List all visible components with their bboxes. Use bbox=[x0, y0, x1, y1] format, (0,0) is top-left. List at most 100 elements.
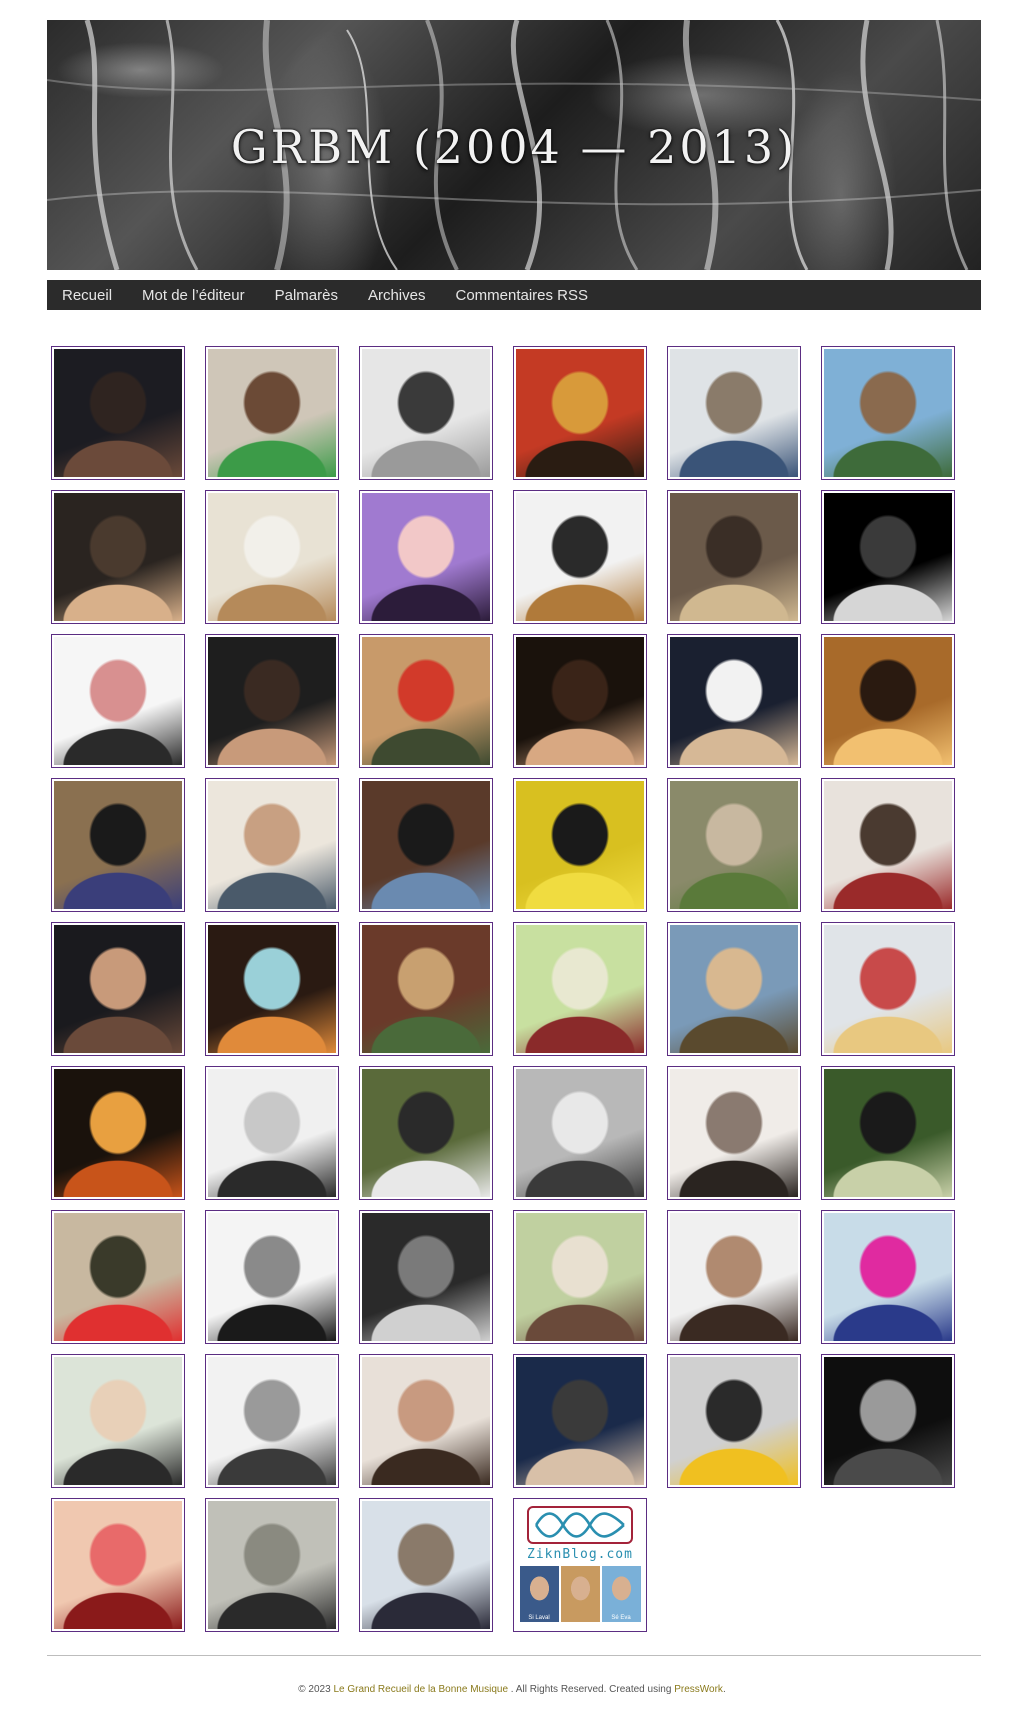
nav-item-palmares[interactable]: Palmarès bbox=[275, 287, 338, 304]
avatar-12 bbox=[824, 493, 952, 621]
gallery-tile[interactable] bbox=[359, 778, 493, 912]
avatar-37 bbox=[54, 1213, 182, 1341]
ziknblog-thumbs: Si Laval Sé Eva bbox=[519, 1566, 641, 1622]
avatar-26 bbox=[208, 925, 336, 1053]
gallery-tile[interactable] bbox=[513, 1210, 647, 1344]
gallery-tile[interactable] bbox=[51, 778, 185, 912]
gallery-tile[interactable] bbox=[667, 922, 801, 1056]
gallery-tile[interactable] bbox=[359, 634, 493, 768]
avatar-42 bbox=[824, 1213, 952, 1341]
avatar-35 bbox=[670, 1069, 798, 1197]
avatar-50 bbox=[208, 1501, 336, 1629]
gallery-tile[interactable] bbox=[51, 634, 185, 768]
gallery-tile[interactable] bbox=[821, 634, 955, 768]
avatar-9 bbox=[362, 493, 490, 621]
avatar-6 bbox=[824, 349, 952, 477]
gallery-tile[interactable] bbox=[51, 1066, 185, 1200]
gallery-tile[interactable] bbox=[513, 922, 647, 1056]
gallery-tile[interactable] bbox=[513, 1066, 647, 1200]
gallery-tile[interactable] bbox=[205, 778, 339, 912]
avatar-28 bbox=[516, 925, 644, 1053]
ziknblog-logo: ZiknBlog.com Si Laval Sé Eva bbox=[516, 1501, 644, 1629]
gallery-tile[interactable] bbox=[205, 1354, 339, 1488]
gallery-tile[interactable] bbox=[513, 346, 647, 480]
gallery-tile[interactable] bbox=[821, 346, 955, 480]
avatar-7 bbox=[54, 493, 182, 621]
avatar-19 bbox=[54, 781, 182, 909]
gallery-tile[interactable] bbox=[205, 1498, 339, 1632]
avatar-3 bbox=[362, 349, 490, 477]
avatar-17 bbox=[670, 637, 798, 765]
gallery-tile[interactable] bbox=[205, 346, 339, 480]
ziknblog-tile[interactable]: ZiknBlog.com Si Laval Sé Eva bbox=[513, 1498, 647, 1632]
avatar-49 bbox=[54, 1501, 182, 1629]
site-title[interactable]: GRBM (2004 — 2013) bbox=[47, 120, 981, 174]
nav-item-archives[interactable]: Archives bbox=[368, 287, 426, 304]
avatar-29 bbox=[670, 925, 798, 1053]
gallery-tile[interactable] bbox=[205, 490, 339, 624]
gallery-tile[interactable] bbox=[359, 1066, 493, 1200]
nav-item-mot-de-l-editeur[interactable]: Mot de l’éditeur bbox=[142, 287, 245, 304]
avatar-44 bbox=[208, 1357, 336, 1485]
avatar-13 bbox=[54, 637, 182, 765]
avatar-10 bbox=[516, 493, 644, 621]
gallery-tile[interactable] bbox=[359, 1210, 493, 1344]
gallery-tile[interactable] bbox=[667, 346, 801, 480]
nav-item-commentaires-rss[interactable]: Commentaires RSS bbox=[455, 287, 588, 304]
avatar-14 bbox=[208, 637, 336, 765]
gallery-tile[interactable] bbox=[667, 1066, 801, 1200]
gallery-tile[interactable] bbox=[667, 778, 801, 912]
gallery-tile[interactable] bbox=[205, 1066, 339, 1200]
footer-suffix: . bbox=[722, 1684, 726, 1695]
main-nav: Recueil Mot de l’éditeur Palmarès Archiv… bbox=[47, 280, 981, 310]
avatar-gallery: ZiknBlog.com Si Laval Sé Eva bbox=[51, 346, 971, 1632]
nav-item-recueil[interactable]: Recueil bbox=[62, 287, 112, 304]
gallery-tile[interactable] bbox=[359, 1498, 493, 1632]
gallery-tile[interactable] bbox=[513, 634, 647, 768]
gallery-tile[interactable] bbox=[667, 1210, 801, 1344]
avatar-31 bbox=[54, 1069, 182, 1197]
gallery-tile[interactable] bbox=[359, 346, 493, 480]
gallery-tile[interactable] bbox=[51, 922, 185, 1056]
avatar-41 bbox=[670, 1213, 798, 1341]
avatar-38 bbox=[208, 1213, 336, 1341]
avatar-34 bbox=[516, 1069, 644, 1197]
footer: © 2023 Le Grand Recueil de la Bonne Musi… bbox=[0, 1684, 1024, 1695]
gallery-tile[interactable] bbox=[667, 1354, 801, 1488]
gallery-tile[interactable] bbox=[821, 1210, 955, 1344]
gallery-tile[interactable] bbox=[821, 778, 955, 912]
ziknblog-text: ZiknBlog.com bbox=[527, 1547, 633, 1562]
header-banner: GRBM (2004 — 2013) bbox=[47, 20, 981, 270]
avatar-22 bbox=[516, 781, 644, 909]
gallery-tile[interactable] bbox=[359, 490, 493, 624]
gallery-tile[interactable] bbox=[513, 1354, 647, 1488]
gallery-tile[interactable] bbox=[51, 1498, 185, 1632]
gallery-tile[interactable] bbox=[205, 634, 339, 768]
gallery-tile[interactable] bbox=[359, 1354, 493, 1488]
gallery-tile[interactable] bbox=[821, 1354, 955, 1488]
avatar-20 bbox=[208, 781, 336, 909]
footer-site-link[interactable]: Le Grand Recueil de la Bonne Musique bbox=[333, 1684, 508, 1695]
gallery-tile[interactable] bbox=[513, 490, 647, 624]
gallery-tile[interactable] bbox=[359, 922, 493, 1056]
avatar-24 bbox=[824, 781, 952, 909]
gallery-tile[interactable] bbox=[51, 346, 185, 480]
footer-theme-link[interactable]: PressWork bbox=[674, 1684, 723, 1695]
gallery-tile[interactable] bbox=[821, 490, 955, 624]
avatar-43 bbox=[54, 1357, 182, 1485]
gallery-tile[interactable] bbox=[205, 922, 339, 1056]
avatar-5 bbox=[670, 349, 798, 477]
gallery-tile[interactable] bbox=[821, 1066, 955, 1200]
gallery-tile[interactable] bbox=[51, 490, 185, 624]
gallery-tile[interactable] bbox=[51, 1354, 185, 1488]
avatar-30 bbox=[824, 925, 952, 1053]
gallery-tile[interactable] bbox=[667, 490, 801, 624]
gallery-tile[interactable] bbox=[51, 1210, 185, 1344]
gallery-tile[interactable] bbox=[667, 634, 801, 768]
avatar-15 bbox=[362, 637, 490, 765]
gallery-tile[interactable] bbox=[205, 1210, 339, 1344]
avatar-46 bbox=[516, 1357, 644, 1485]
gallery-tile[interactable] bbox=[513, 778, 647, 912]
ziknblog-thumb bbox=[560, 1566, 600, 1622]
gallery-tile[interactable] bbox=[821, 922, 955, 1056]
